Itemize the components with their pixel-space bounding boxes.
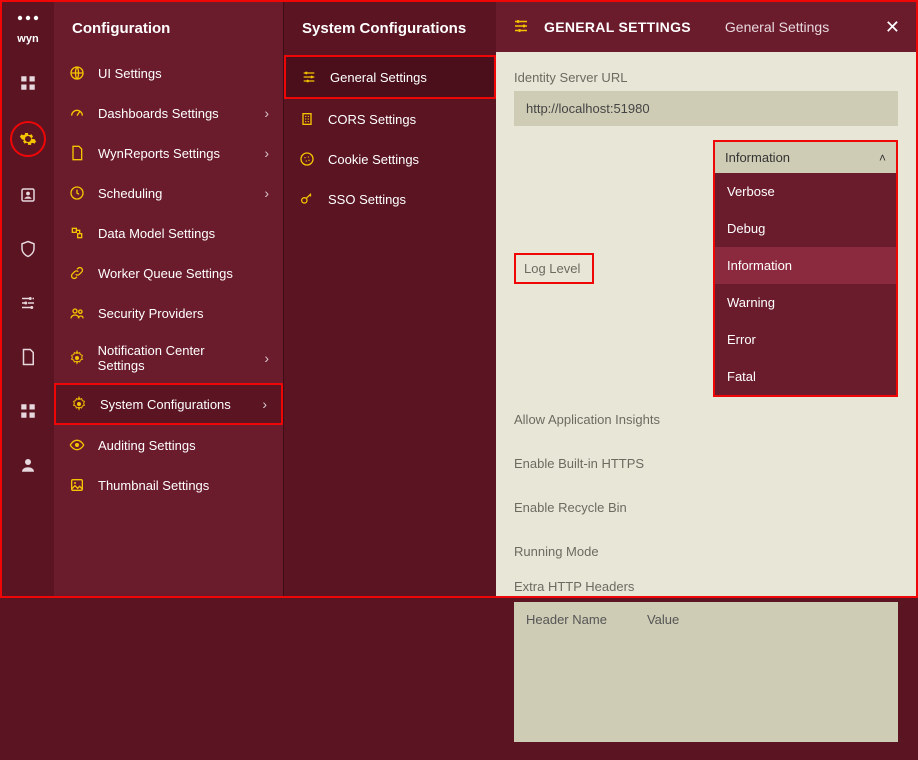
log-level-option-warning[interactable]: Warning: [715, 284, 896, 321]
allow-insights-label: Allow Application Insights: [514, 412, 739, 427]
sidebar-item-auditing[interactable]: Auditing Settings: [54, 425, 283, 465]
chevron-right-icon: ›: [264, 350, 269, 366]
log-level-option-verbose[interactable]: Verbose: [715, 173, 896, 210]
sub-item-cors[interactable]: CORS Settings: [284, 99, 496, 139]
subconfig-title: System Configurations: [284, 20, 496, 55]
log-level-options: Verbose Debug Information Warning Error …: [715, 173, 896, 395]
sidebar-item-workerqueue[interactable]: Worker Queue Settings: [54, 253, 283, 293]
sidebar-item-security[interactable]: Security Providers: [54, 293, 283, 333]
panel-title: GENERAL SETTINGS: [544, 19, 691, 35]
panel-subtitle: General Settings: [725, 19, 829, 35]
gear-icon: [68, 349, 86, 367]
app-logo: wyn: [14, 10, 42, 45]
header-name-col: Header Name: [526, 612, 607, 627]
sliders-icon: [300, 68, 318, 86]
subconfig-sidebar: System Configurations General Settings C…: [284, 2, 496, 596]
log-level-dropdown[interactable]: Information ˄ Verbose Debug Information …: [713, 140, 898, 397]
settings-gear-icon[interactable]: [10, 121, 46, 157]
log-level-selected[interactable]: Information ˄: [715, 142, 896, 173]
sidebar-item-label: UI Settings: [98, 66, 162, 81]
eye-icon: [68, 436, 86, 454]
panel-header: GENERAL SETTINGS General Settings ✕: [496, 2, 916, 52]
header-value-col: Value: [647, 612, 679, 627]
sub-item-label: General Settings: [330, 70, 427, 85]
file-icon: [68, 144, 86, 162]
sidebar-item-dashboards[interactable]: Dashboards Settings ›: [54, 93, 283, 133]
cookie-icon: [298, 150, 316, 168]
main-panel: GENERAL SETTINGS General Settings ✕ Iden…: [496, 2, 916, 596]
sliders-icon[interactable]: [12, 287, 44, 319]
identity-url-label: Identity Server URL: [514, 70, 739, 85]
sidebar-item-label: Notification Center Settings: [98, 343, 253, 373]
sidebar-item-ui-settings[interactable]: UI Settings: [54, 53, 283, 93]
building-icon: [298, 110, 316, 128]
running-mode-label: Running Mode: [514, 544, 739, 559]
document-icon[interactable]: [12, 341, 44, 373]
sliders-icon: [512, 17, 530, 38]
image-icon: [68, 476, 86, 494]
sidebar-item-label: System Configurations: [100, 397, 231, 412]
sub-item-label: Cookie Settings: [328, 152, 419, 167]
sidebar-item-label: Worker Queue Settings: [98, 266, 233, 281]
log-level-option-debug[interactable]: Debug: [715, 210, 896, 247]
sub-item-cookie[interactable]: Cookie Settings: [284, 139, 496, 179]
sidebar-item-label: Scheduling: [98, 186, 162, 201]
link-icon: [68, 264, 86, 282]
chevron-right-icon: ›: [262, 396, 267, 412]
config-sidebar-title: Configuration: [54, 20, 283, 53]
clock-icon: [68, 184, 86, 202]
chevron-up-icon: ˄: [879, 151, 886, 165]
apps-icon[interactable]: [12, 395, 44, 427]
icon-rail: wyn: [2, 2, 54, 596]
sidebar-item-label: Thumbnail Settings: [98, 478, 209, 493]
enable-https-label: Enable Built-in HTTPS: [514, 456, 739, 471]
extra-headers-table[interactable]: Header Name Value: [514, 602, 898, 742]
sidebar-item-notification[interactable]: Notification Center Settings ›: [54, 333, 283, 383]
shield-icon[interactable]: [12, 233, 44, 265]
sub-item-general[interactable]: General Settings: [284, 55, 496, 99]
chevron-right-icon: ›: [264, 185, 269, 201]
close-icon[interactable]: ✕: [885, 17, 900, 38]
settings-form: Identity Server URL Log Level Informatio…: [496, 52, 916, 760]
users-icon: [68, 304, 86, 322]
sub-item-label: SSO Settings: [328, 192, 406, 207]
sidebar-item-systemconfig[interactable]: System Configurations ›: [54, 383, 283, 425]
identity-url-input[interactable]: [514, 91, 898, 126]
extra-headers-label: Extra HTTP Headers: [514, 579, 739, 594]
sidebar-item-datamodel[interactable]: Data Model Settings: [54, 213, 283, 253]
sub-item-sso[interactable]: SSO Settings: [284, 179, 496, 219]
sidebar-item-label: WynReports Settings: [98, 146, 220, 161]
sidebar-item-label: Data Model Settings: [98, 226, 215, 241]
globe-icon: [68, 64, 86, 82]
chevron-right-icon: ›: [264, 105, 269, 121]
log-level-option-error[interactable]: Error: [715, 321, 896, 358]
sidebar-item-thumbnail[interactable]: Thumbnail Settings: [54, 465, 283, 505]
sidebar-item-scheduling[interactable]: Scheduling ›: [54, 173, 283, 213]
log-level-label: Log Level: [514, 253, 594, 284]
chevron-right-icon: ›: [264, 145, 269, 161]
log-level-option-fatal[interactable]: Fatal: [715, 358, 896, 395]
gear-icon: [70, 395, 88, 413]
user-icon[interactable]: [12, 449, 44, 481]
enable-recycle-label: Enable Recycle Bin: [514, 500, 739, 515]
account-icon[interactable]: [12, 179, 44, 211]
sidebar-item-label: Auditing Settings: [98, 438, 196, 453]
dashboard-icon[interactable]: [12, 67, 44, 99]
sidebar-item-label: Security Providers: [98, 306, 203, 321]
key-icon: [298, 190, 316, 208]
sub-item-label: CORS Settings: [328, 112, 416, 127]
log-level-option-information[interactable]: Information: [715, 247, 896, 284]
config-sidebar: Configuration UI Settings Dashboards Set…: [54, 2, 284, 596]
gauge-icon: [68, 104, 86, 122]
sidebar-item-label: Dashboards Settings: [98, 106, 219, 121]
model-icon: [68, 224, 86, 242]
sidebar-item-wynreports[interactable]: WynReports Settings ›: [54, 133, 283, 173]
